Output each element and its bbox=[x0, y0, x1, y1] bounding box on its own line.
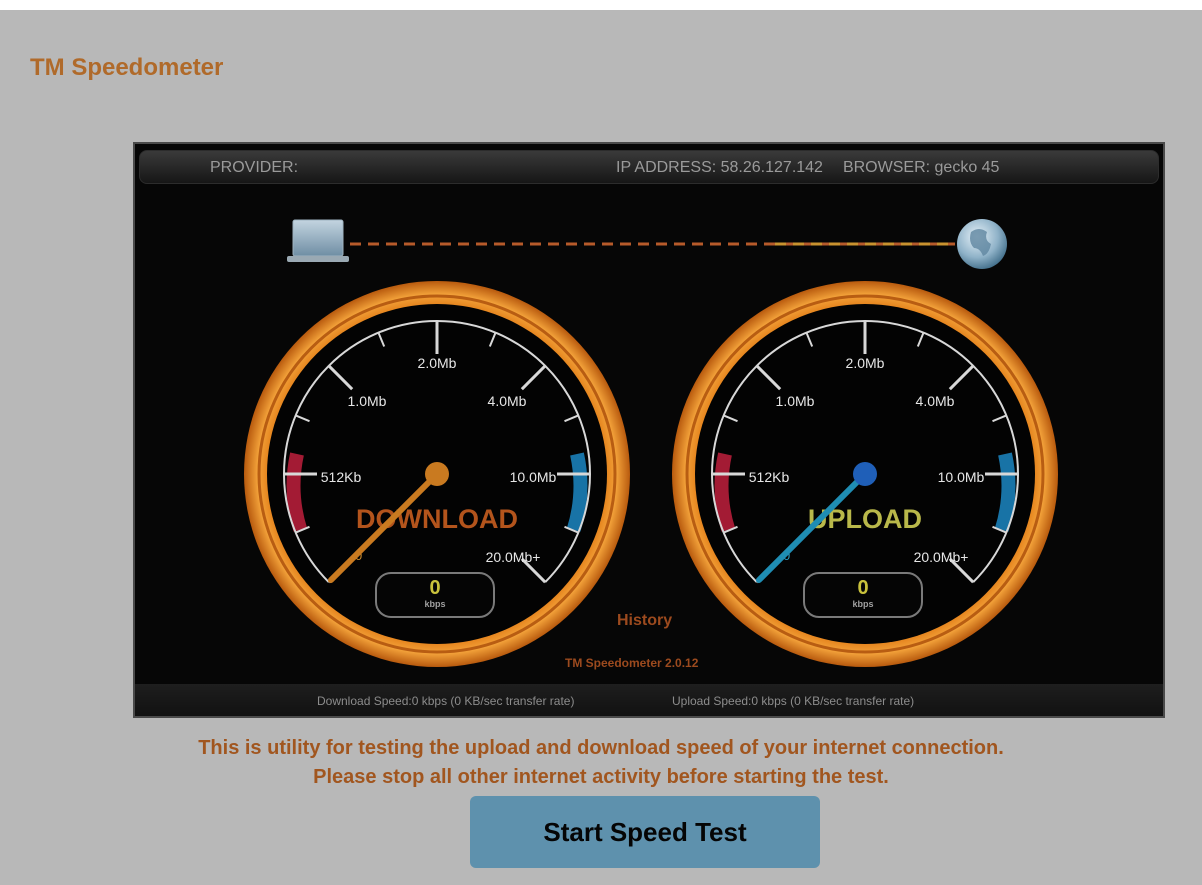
history-link[interactable]: History bbox=[617, 612, 672, 630]
gauge-scale-label: 10.0Mb bbox=[510, 469, 557, 485]
version-label: TM Speedometer 2.0.12 bbox=[565, 656, 699, 670]
upload-value-box: 0 kbps bbox=[803, 572, 923, 618]
description-line-2: Please stop all other internet activity … bbox=[313, 766, 889, 788]
gauge-scale-label: 20.0Mb+ bbox=[914, 549, 969, 565]
description: This is utility for testing the upload a… bbox=[0, 734, 1202, 792]
upload-title: UPLOAD bbox=[808, 504, 922, 534]
download-needle-hub bbox=[425, 462, 449, 486]
upload-unit: kbps bbox=[852, 599, 874, 609]
download-value: 0 bbox=[429, 577, 441, 599]
gauge-scale-label: 4.0Mb bbox=[916, 393, 955, 409]
gauge-scale-label: 1.0Mb bbox=[348, 393, 387, 409]
gauge-scale-label: 20.0Mb+ bbox=[486, 549, 541, 565]
page-overlay: TM Speedometer PROVIDER: IP ADDRESS: 58.… bbox=[0, 10, 1202, 885]
gauges-graphic: 512Kb1.0Mb2.0Mb4.0Mb10.0Mb20.0Mb+ DOWNLO… bbox=[244, 219, 1058, 667]
stats-bar: Download Speed:0 kbps (0 KB/sec transfer… bbox=[135, 684, 1163, 716]
gauge-scale-label: 512Kb bbox=[749, 469, 790, 485]
upload-speed-stat: Upload Speed:0 kbps (0 KB/sec transfer r… bbox=[672, 694, 915, 708]
description-line-1: This is utility for testing the upload a… bbox=[198, 737, 1004, 759]
download-unit: kbps bbox=[424, 599, 446, 609]
download-speed-stat: Download Speed:0 kbps (0 KB/sec transfer… bbox=[317, 694, 575, 708]
gauge-scale-label: 4.0Mb bbox=[488, 393, 527, 409]
laptop-icon bbox=[287, 219, 349, 262]
start-speed-test-button[interactable]: Start Speed Test bbox=[470, 796, 820, 868]
upload-needle-hub bbox=[853, 462, 877, 486]
gauge-scale-label: 2.0Mb bbox=[846, 355, 885, 371]
gauge-scale-label: 10.0Mb bbox=[938, 469, 985, 485]
download-value-box: 0 kbps bbox=[375, 572, 495, 618]
gauge-scale-label: 1.0Mb bbox=[776, 393, 815, 409]
app-title: TM Speedometer bbox=[30, 54, 224, 81]
gauge-scale-label: 2.0Mb bbox=[418, 355, 457, 371]
speedometer-panel: PROVIDER: IP ADDRESS: 58.26.127.142 BROWS… bbox=[133, 142, 1165, 718]
gauge-scale-label: 512Kb bbox=[321, 469, 362, 485]
globe-icon bbox=[957, 219, 1007, 269]
upload-value: 0 bbox=[857, 577, 869, 599]
